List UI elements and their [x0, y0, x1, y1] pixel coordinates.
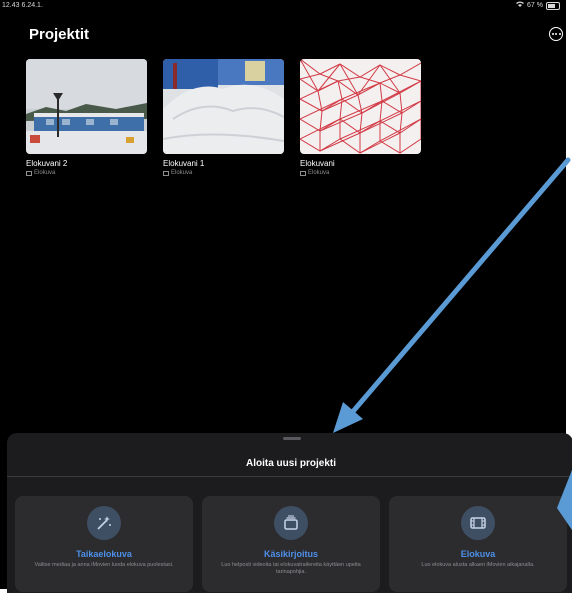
- battery-icon: [546, 2, 560, 10]
- project-type-label: Elokuva: [34, 170, 56, 176]
- status-time: 12.43: [2, 2, 20, 9]
- sheet-grabber[interactable]: [283, 437, 301, 440]
- option-magic-movie[interactable]: Taikaelokuva Valitse mediaa ja anna iMov…: [15, 496, 193, 592]
- status-time-date: 12.43 6.24.1.: [2, 0, 43, 12]
- wifi-icon: [516, 0, 525, 12]
- project-card[interactable]: Elokuvani Elokuva: [300, 59, 421, 176]
- project-type: Elokuva: [26, 170, 147, 176]
- status-bar: 12.43 6.24.1. 67 %: [0, 0, 566, 12]
- sheet-title: Aloita uusi projekti: [245, 458, 336, 469]
- battery-percent: 67 %: [527, 2, 543, 9]
- film-icon: [26, 170, 32, 176]
- project-type-label: Elokuva: [171, 170, 193, 176]
- project-card[interactable]: Elokuvani 2 Elokuva: [26, 59, 147, 176]
- sheet-divider: [7, 476, 572, 477]
- storyboard-icon: [274, 506, 308, 540]
- film-icon: [300, 170, 306, 176]
- project-type: Elokuva: [163, 170, 284, 176]
- option-label: Käsikirjoitus: [263, 549, 319, 559]
- ellipsis-circle-icon[interactable]: [549, 27, 563, 41]
- option-description: Luo elokuva alusta alkaen iMovien aikaja…: [421, 562, 535, 568]
- option-description: Valitse mediaa ja anna iMovien luoda elo…: [34, 562, 174, 568]
- project-type-label: Elokuva: [308, 170, 330, 176]
- magic-wand-icon: [87, 506, 121, 540]
- option-label: Elokuva: [460, 549, 496, 559]
- project-title: Elokuvani 1: [163, 159, 205, 168]
- project-title: Elokuvani: [300, 159, 335, 168]
- option-movie[interactable]: Elokuva Luo elokuva alusta alkaen iMovie…: [389, 496, 567, 592]
- project-title: Elokuvani 2: [26, 159, 68, 168]
- page-title: Projektit: [29, 26, 90, 43]
- status-date: 6.24.1.: [21, 2, 43, 9]
- status-right: 67 %: [516, 0, 560, 12]
- project-type: Elokuva: [300, 170, 421, 176]
- project-thumbnail[interactable]: [300, 59, 421, 154]
- option-label: Taikaelokuva: [76, 549, 132, 559]
- project-card[interactable]: Elokuvani 1 Elokuva: [163, 59, 284, 176]
- option-description: Luo helposti videoita tai elokuvatrailer…: [221, 562, 361, 575]
- new-project-sheet: Aloita uusi projekti Taikaelokuva Valits…: [7, 433, 572, 593]
- film-strip-icon: [461, 506, 495, 540]
- project-thumbnail[interactable]: [26, 59, 147, 154]
- project-thumbnail[interactable]: [163, 59, 284, 154]
- film-icon: [163, 170, 169, 176]
- option-storyboard[interactable]: Käsikirjoitus Luo helposti videoita tai …: [202, 496, 380, 592]
